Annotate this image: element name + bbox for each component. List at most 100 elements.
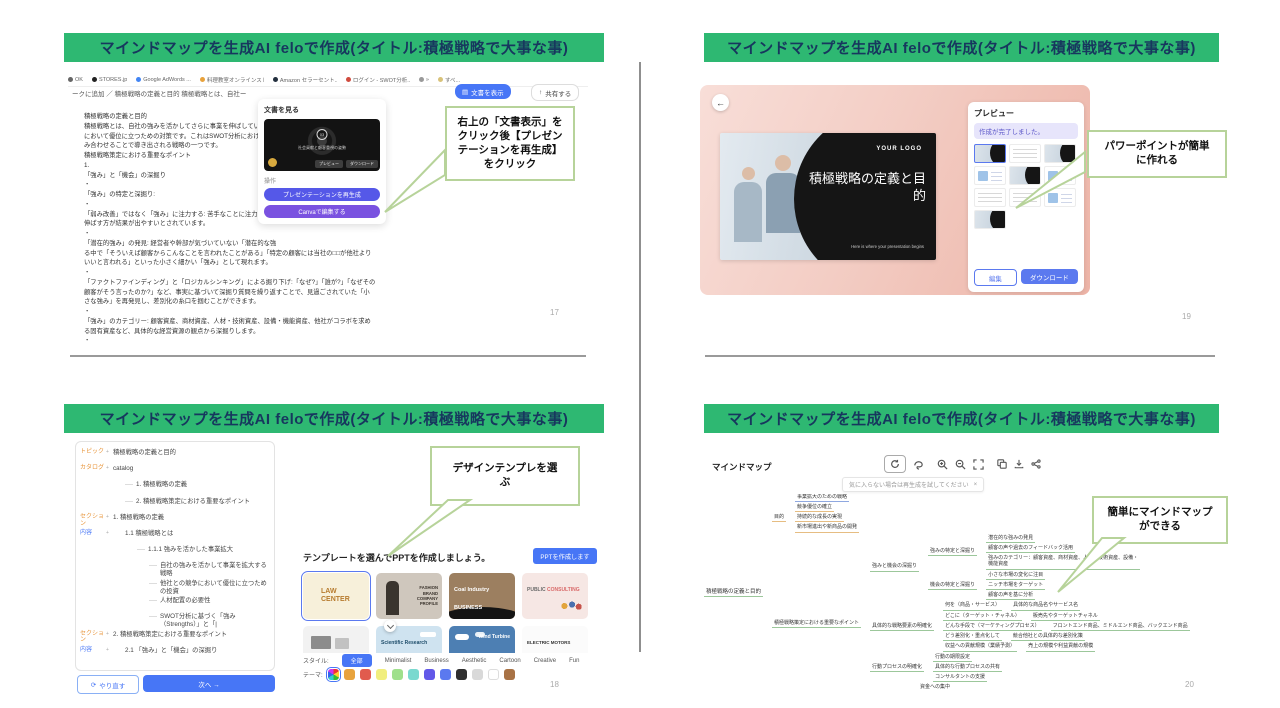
plus-icon[interactable]: + (106, 448, 113, 455)
style-option[interactable]: Creative (534, 658, 556, 664)
template-card-law[interactable]: LAW CENTER (301, 571, 371, 621)
outline-row[interactable]: 自社の強みを活かして事業を拡大する戦略 (80, 561, 270, 578)
theme-swatch[interactable] (359, 669, 371, 680)
bookmark-item[interactable]: すべ... (437, 76, 460, 84)
mindmap-node-label[interactable]: 行動プロセスの明確化 (870, 664, 925, 672)
mindmap-node-label[interactable]: 資金への集中 (918, 684, 953, 692)
mindmap-node-label[interactable]: 具体的な戦略要素の明確化 (870, 623, 935, 631)
plus-icon[interactable]: + (106, 464, 113, 471)
mindmap-node-label[interactable]: どこに（ターゲット・チャネル） (943, 613, 1022, 621)
regenerate-icon[interactable] (884, 455, 906, 473)
mindmap-node-label[interactable]: 競合他社との具体的な差別化策 (1010, 633, 1085, 642)
theme-swatch[interactable] (471, 669, 483, 680)
mindmap-node-label[interactable]: 機会の特定と深掘り (928, 582, 978, 590)
mindmap-node-label[interactable]: 強みの特定と深掘り (928, 548, 978, 557)
mindmap-node-label[interactable]: 積極戦略の定義と目的 (704, 589, 764, 598)
style-option[interactable]: Aesthetic (462, 658, 487, 664)
fit-screen-icon[interactable] (973, 458, 984, 470)
zoom-out-icon[interactable] (955, 459, 966, 470)
mindmap-node-label[interactable]: 競争優位の確立 (795, 504, 835, 512)
outline-row[interactable]: カタログ + catalog (80, 464, 270, 480)
outline-row[interactable]: 内容 +1.1 積極戦略とは (80, 529, 270, 545)
template-card-public[interactable]: PUBLIC CONSULTING (522, 573, 588, 619)
mindmap-node-label[interactable]: 新市場進出や新商品の開発 (795, 524, 860, 533)
outline-row[interactable]: トピック + 積極戦略の定義と目的 (80, 448, 270, 464)
notice-close-icon[interactable]: × (974, 482, 978, 488)
plus-icon[interactable]: + (106, 529, 113, 536)
outline-row[interactable]: 1. 積極戦略の定義 (80, 480, 270, 496)
show-document-button[interactable]: ▤ 文書を表示 (455, 84, 511, 99)
regenerate-presentation-button[interactable]: プレゼンテーションを再生成 (264, 188, 380, 201)
thumbnail-download-button[interactable]: ダウンロード (346, 160, 378, 168)
outline-row[interactable]: 内容 +2.1 「強み」と「機会」の深掘り (80, 646, 270, 662)
bookmark-item[interactable]: Google AdWords ... (136, 77, 191, 83)
bookmark-item[interactable]: » (418, 77, 429, 83)
back-button[interactable]: ← (712, 94, 729, 111)
thumbnail-preview-button[interactable]: プレビュー (315, 160, 343, 168)
theme-swatch[interactable] (439, 669, 451, 680)
slide-thumbnail[interactable] (974, 144, 1006, 163)
theme-swatch[interactable] (407, 669, 419, 680)
mindmap-node-label[interactable]: コンサルタントの支援 (933, 674, 988, 683)
mindmap-node-label[interactable]: 販売先やターゲットチャネル (1030, 613, 1100, 621)
slide-thumbnail[interactable] (974, 188, 1006, 207)
plus-icon[interactable]: + (106, 513, 113, 520)
mindmap-node-label[interactable]: 売上の規模や利益貢献の規模 (1026, 643, 1096, 652)
mindmap-node-label[interactable]: 収益への貢献規模（業績予測） (943, 643, 1018, 652)
mindmap-node-label[interactable]: 具体的な行動プロセスの共有 (933, 664, 1003, 672)
theme-swatch[interactable] (391, 669, 403, 680)
presentation-thumbnail[interactable]: 03 社会貢献と顧客重視の姿勢 プレビュー ダウンロード (264, 119, 380, 171)
plus-icon[interactable]: + (106, 646, 113, 653)
style-option[interactable]: Cartoon (499, 658, 520, 664)
mindmap-node-label[interactable]: 具体的な商品名やサービス名 (1011, 602, 1081, 611)
copy-icon[interactable] (997, 459, 1007, 469)
mindmap-node-label[interactable]: 強みと機会の深掘り (870, 563, 920, 572)
style-option[interactable]: Minimalist (385, 658, 412, 664)
style-option[interactable]: Fun (569, 658, 579, 664)
template-card-fashion[interactable]: FASHION BRAND COMPANY PROFILE (376, 573, 442, 619)
template-card-motor[interactable]: ELECTRIC MOTORS (522, 626, 588, 653)
slide-thumbnail[interactable] (974, 166, 1006, 185)
bookmark-item[interactable]: STORES.jp (91, 77, 127, 83)
style-option[interactable]: Business (424, 658, 448, 664)
download-button[interactable]: ダウンロード (1020, 269, 1078, 284)
mindmap-node-label[interactable]: 小さな市場の変化に注目 (986, 572, 1046, 580)
outline-row[interactable]: セクション +2. 積極戦略策定における重要なポイント (80, 630, 270, 646)
mindmap-node-label[interactable]: 何を（商品・サービス） (943, 602, 1003, 611)
outline-row[interactable]: SWOT分析に基づく「強み（Strengths）」と「| (80, 612, 270, 629)
outline-row[interactable]: 2. 積極戦略策定における重要なポイント (80, 497, 270, 513)
theme-swatch[interactable] (455, 669, 467, 680)
next-button[interactable]: 次へ → (143, 675, 275, 692)
mindmap-node-label[interactable]: ニッチ市場をターゲット (986, 582, 1046, 590)
zoom-in-icon[interactable] (937, 459, 948, 470)
lasso-select-icon[interactable] (913, 459, 924, 470)
scroll-down-badge[interactable] (384, 620, 396, 632)
edit-in-canva-button[interactable]: Canvaで編集する (264, 205, 380, 218)
mindmap-node-label[interactable]: 潜在的な強みの発見 (986, 535, 1036, 543)
create-ppt-button[interactable]: PPTを作成します (533, 548, 597, 564)
mindmap-node-label[interactable]: 事業拡大のための戦略 (795, 494, 850, 502)
outline-row[interactable]: 他社との競争において優位に立つための投資 (80, 579, 270, 596)
mindmap-node-label[interactable]: 積極戦略策定における重要なポイント (772, 620, 862, 628)
outline-row[interactable]: 1.1.1 強みを活かした事業拡大 (80, 545, 270, 561)
bookmark-item[interactable]: Amazon セラーセント... (272, 76, 337, 84)
mindmap-node-label[interactable]: 目的 (772, 514, 787, 523)
retry-button[interactable]: ⟳ やり直す (77, 675, 139, 694)
bookmark-item[interactable]: OK (68, 77, 83, 83)
mindmap-node-label[interactable]: 持続的な成長の実現 (795, 514, 845, 523)
style-option[interactable]: 全部 (341, 654, 372, 667)
outline-row[interactable]: 人材配置の必要性 (80, 596, 270, 612)
theme-swatch[interactable] (487, 669, 499, 680)
share-button[interactable]: ↑ 共有する (531, 84, 580, 101)
theme-swatch[interactable] (343, 669, 355, 680)
template-card-coal[interactable]: Coal Industry BUSINESS (449, 573, 515, 619)
plus-icon[interactable]: + (106, 630, 113, 637)
mindmap-node-label[interactable]: 行動の期限設定 (933, 654, 973, 662)
template-card-wind[interactable]: Wind Turbine (449, 626, 515, 653)
edit-button[interactable]: 編集 (974, 269, 1017, 286)
bookmark-item[interactable]: ログイン - SWOT分析... (345, 76, 410, 84)
mindmap-node-label[interactable]: どんな手段で（マーケティングプロセス） (943, 623, 1042, 631)
theme-swatch[interactable] (375, 669, 387, 680)
theme-swatch[interactable] (503, 669, 515, 680)
mindmap-node-label[interactable]: フロントエンド商品、ミドルエンド商品、バックエンド商品 (1050, 623, 1190, 631)
